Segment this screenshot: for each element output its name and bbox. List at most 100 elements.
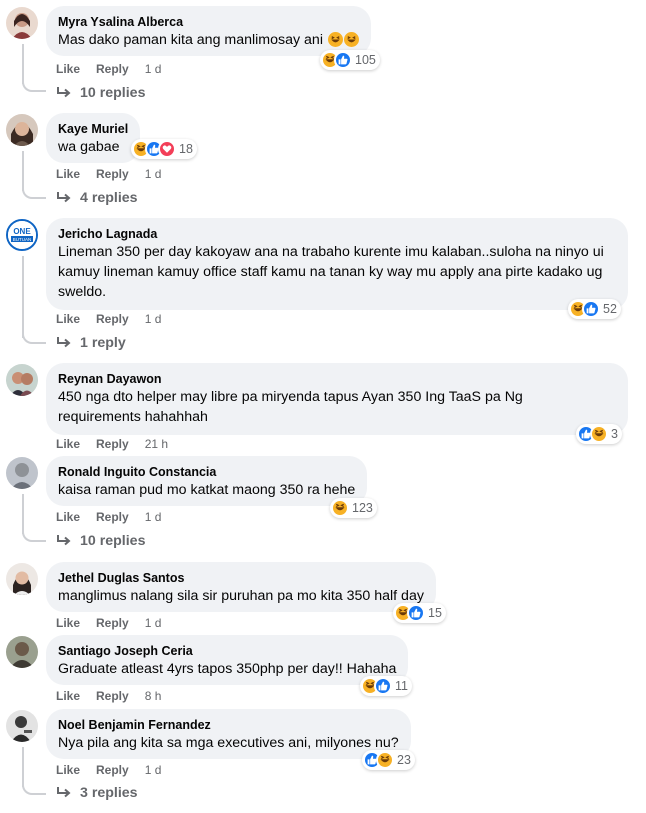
view-replies-link[interactable]: 10 replies — [56, 532, 145, 550]
author-name[interactable]: Santiago Joseph Ceria — [58, 643, 396, 659]
avatar[interactable] — [6, 114, 38, 146]
reaction-summary[interactable]: 11 — [360, 676, 412, 696]
comment-text: 450 nga dto helper may libre pa miryenda… — [58, 389, 523, 425]
avatar[interactable] — [6, 636, 38, 668]
reaction-count: 23 — [397, 753, 411, 767]
comment: Kaye Muriel wa gabae 18 Like Reply 1 d 4… — [0, 107, 646, 212]
avatar[interactable] — [6, 7, 38, 39]
reply-button[interactable]: Reply — [96, 762, 129, 778]
view-replies-link[interactable]: 4 replies — [56, 189, 138, 207]
comment: Ronald Inguito Constancia kaisa raman pu… — [0, 450, 646, 555]
like-button[interactable]: Like — [56, 509, 80, 525]
haha-icon — [590, 425, 608, 443]
love-icon — [158, 140, 176, 158]
reply-arrow-icon — [56, 336, 72, 350]
reaction-count: 105 — [355, 53, 376, 67]
reply-arrow-icon — [56, 786, 72, 800]
svg-text:BUTUAN: BUTUAN — [13, 237, 32, 242]
timestamp[interactable]: 1 d — [145, 61, 162, 77]
like-icon — [374, 677, 392, 695]
like-button[interactable]: Like — [56, 61, 80, 77]
reaction-count: 52 — [603, 302, 617, 316]
timestamp[interactable]: 1 d — [145, 311, 162, 327]
comment: Santiago Joseph Ceria Graduate atleast 4… — [0, 629, 646, 704]
reaction-count: 11 — [395, 679, 408, 693]
reaction-summary[interactable]: 23 — [362, 750, 415, 770]
avatar[interactable] — [6, 563, 38, 595]
svg-text:ONE: ONE — [13, 227, 31, 236]
reaction-summary[interactable]: 123 — [330, 498, 377, 518]
reply-arrow-icon — [56, 534, 72, 548]
reaction-count: 15 — [428, 606, 442, 620]
comment-text: kaisa raman pud mo katkat maong 350 ra h… — [58, 482, 356, 498]
haha-icon — [331, 499, 349, 517]
comment-text: Nya pila ang kita sa mga executives ani,… — [58, 735, 399, 751]
comment-text: wa gabae — [58, 139, 120, 155]
author-name[interactable]: Reynan Dayawon — [58, 371, 616, 387]
haha-icon — [376, 751, 394, 769]
comment-bubble: Ronald Inguito Constancia kaisa raman pu… — [46, 456, 368, 506]
author-name[interactable]: Ronald Inguito Constancia — [58, 464, 355, 480]
author-name[interactable]: Jethel Duglas Santos — [58, 570, 424, 586]
reaction-summary[interactable]: 15 — [393, 603, 446, 623]
comment-actions: Like Reply 1 d — [56, 311, 161, 327]
comment-actions: Like Reply 1 d — [56, 166, 161, 182]
reply-button[interactable]: Reply — [96, 688, 129, 704]
avatar[interactable] — [6, 710, 38, 742]
avatar[interactable] — [6, 364, 38, 396]
view-replies-link[interactable]: 3 replies — [56, 784, 138, 802]
like-button[interactable]: Like — [56, 762, 80, 778]
reaction-count: 3 — [611, 427, 618, 441]
reaction-summary[interactable]: 52 — [568, 299, 621, 319]
comment-text: Graduate atleast 4yrs tapos 350php per d… — [58, 661, 397, 677]
comment-actions: Like Reply 1 d — [56, 509, 161, 525]
timestamp[interactable]: 1 d — [145, 509, 162, 525]
reply-button[interactable]: Reply — [96, 61, 129, 77]
reaction-summary[interactable]: 3 — [576, 424, 622, 444]
comment: Noel Benjamin Fernandez Nya pila ang kit… — [0, 703, 646, 813]
like-icon — [407, 604, 425, 622]
comment-bubble: Reynan Dayawon 450 nga dto helper may li… — [46, 363, 628, 435]
comment-bubble: Kaye Muriel wa gabae — [46, 113, 141, 163]
view-replies-link[interactable]: 1 reply — [56, 334, 126, 352]
reply-button[interactable]: Reply — [96, 166, 129, 182]
reply-button[interactable]: Reply — [96, 509, 129, 525]
like-icon — [582, 300, 600, 318]
comment: ONE BUTUAN Jericho Lagnada Lineman 350 pe… — [0, 212, 646, 357]
reaction-count: 123 — [352, 501, 373, 515]
author-name[interactable]: Jericho Lagnada — [58, 226, 616, 242]
like-button[interactable]: Like — [56, 166, 80, 182]
view-replies-link[interactable]: 10 replies — [56, 84, 145, 102]
timestamp[interactable]: 1 d — [145, 762, 162, 778]
reaction-summary[interactable]: 105 — [320, 50, 380, 70]
reaction-summary[interactable]: 18 — [131, 139, 197, 159]
comment-bubble: Jericho Lagnada Lineman 350 per day kako… — [46, 218, 628, 310]
comment: Jethel Duglas Santos manglimus nalang si… — [0, 556, 646, 631]
timestamp[interactable]: 8 h — [145, 688, 162, 704]
comment-bubble: Noel Benjamin Fernandez Nya pila ang kit… — [46, 709, 411, 759]
like-icon — [334, 51, 352, 69]
avatar[interactable]: ONE BUTUAN — [6, 219, 38, 251]
comment-bubble: Santiago Joseph Ceria Graduate atleast 4… — [46, 635, 409, 685]
comment: Reynan Dayawon 450 nga dto helper may li… — [0, 357, 646, 452]
avatar[interactable] — [6, 457, 38, 489]
reply-arrow-icon — [56, 191, 72, 205]
reaction-count: 18 — [179, 142, 193, 156]
comment-text: Mas dako paman kita ang manlimosay ani — [58, 30, 359, 53]
author-name[interactable]: Kaye Muriel — [58, 121, 128, 137]
comment-text: Lineman 350 per day kakoyaw ana na traba… — [58, 244, 604, 300]
comment-bubble: Myra Ysalina Alberca Mas dako paman kita… — [46, 6, 371, 56]
reply-arrow-icon — [56, 86, 72, 100]
like-button[interactable]: Like — [56, 688, 80, 704]
comment-actions: Like Reply 1 d — [56, 762, 161, 778]
reply-button[interactable]: Reply — [96, 311, 129, 327]
comment-bubble: Jethel Duglas Santos manglimus nalang si… — [46, 562, 436, 612]
comment-text: manglimus nalang sila sir puruhan pa mo … — [58, 588, 424, 604]
comment-actions: Like Reply 8 h — [56, 688, 161, 704]
author-name[interactable]: Noel Benjamin Fernandez — [58, 717, 399, 733]
comment: Myra Ysalina Alberca Mas dako paman kita… — [0, 0, 646, 105]
comment-actions: Like Reply 1 d — [56, 61, 161, 77]
author-name[interactable]: Myra Ysalina Alberca — [58, 14, 359, 30]
like-button[interactable]: Like — [56, 311, 80, 327]
timestamp[interactable]: 1 d — [145, 166, 162, 182]
